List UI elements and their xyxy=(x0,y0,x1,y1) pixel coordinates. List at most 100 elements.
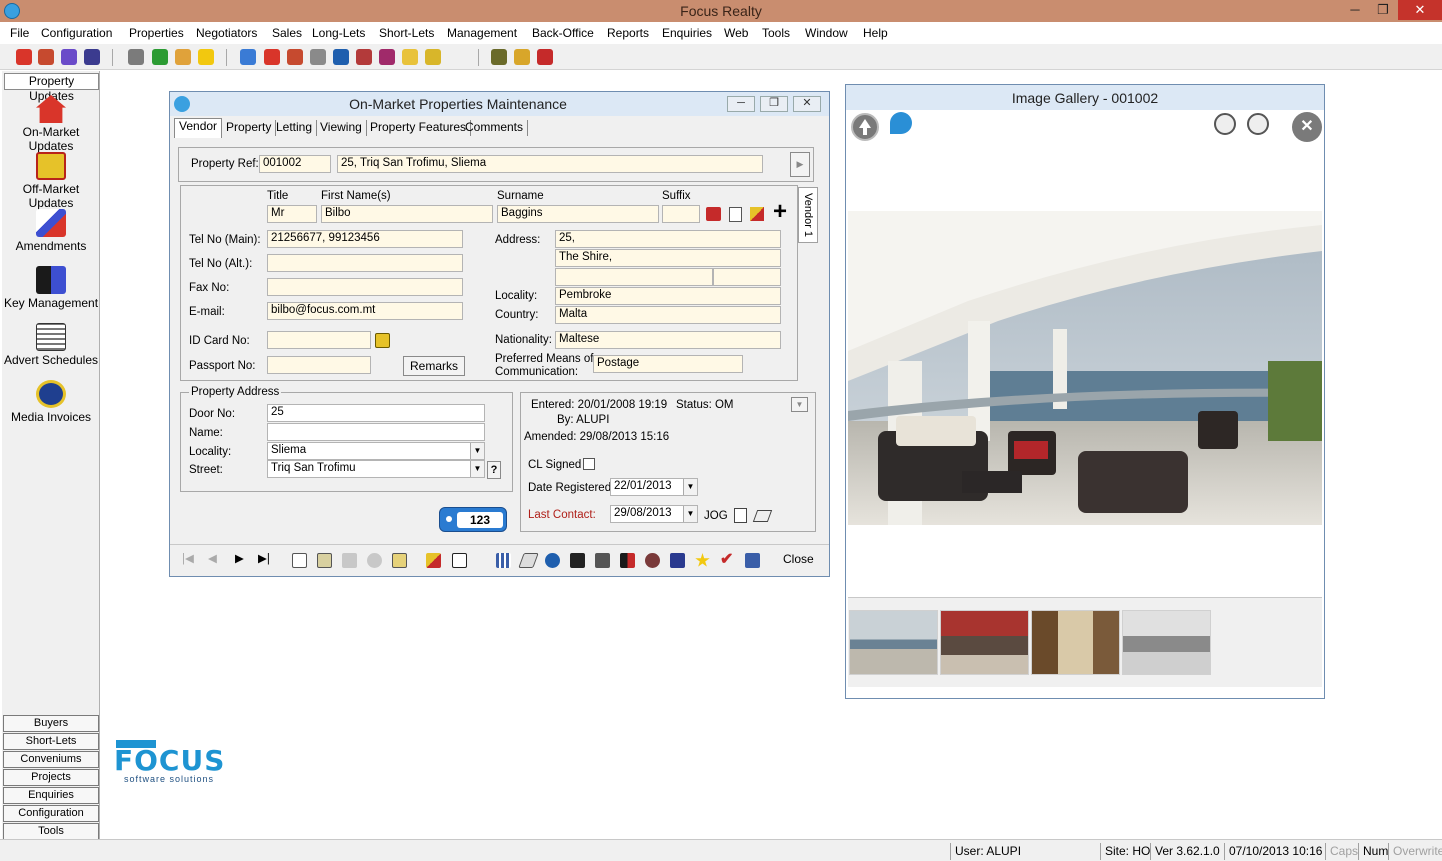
pref-comm-field[interactable]: Postage xyxy=(593,355,743,373)
add-vendor-icon[interactable]: + xyxy=(773,200,787,224)
menu-file[interactable]: File xyxy=(10,26,29,40)
menu-window[interactable]: Window xyxy=(805,26,848,40)
first-name-field[interactable]: Bilbo xyxy=(321,205,493,223)
last-record-button[interactable]: ▶| xyxy=(258,551,270,565)
negotiator-icon[interactable] xyxy=(128,49,144,65)
sidebar-button-enquiries[interactable]: Enquiries xyxy=(3,787,99,804)
close-gallery-icon[interactable]: ✕ xyxy=(1292,112,1322,142)
menu-long-lets[interactable]: Long-Lets xyxy=(312,26,365,40)
checkmark-icon[interactable]: ✔ xyxy=(720,552,735,568)
info-dropdown-button[interactable]: ▼ xyxy=(791,397,808,412)
suffix-field[interactable] xyxy=(662,205,700,223)
globe-icon[interactable] xyxy=(333,49,349,65)
pushpin-icon[interactable] xyxy=(890,112,912,134)
menu-configuration[interactable]: Configuration xyxy=(41,26,112,40)
menu-help[interactable]: Help xyxy=(863,26,888,40)
home-icon[interactable] xyxy=(16,49,32,65)
close-app-button[interactable]: ✕ xyxy=(1398,0,1442,20)
print-icon[interactable] xyxy=(452,553,467,568)
book-icon[interactable] xyxy=(379,49,395,65)
tab-letting[interactable]: Letting xyxy=(272,120,318,136)
building-icon[interactable] xyxy=(745,553,760,568)
vendor-locality-field[interactable]: Pembroke xyxy=(555,287,781,305)
property-address-field[interactable]: 25, Triq San Trofimu, Sliema xyxy=(337,155,763,173)
property-ref-go-button[interactable]: ▶ xyxy=(790,152,810,177)
close-button[interactable]: Close xyxy=(783,552,814,566)
menu-properties[interactable]: Properties xyxy=(129,26,184,40)
id-card-field[interactable] xyxy=(267,331,371,349)
thumbnail-1[interactable] xyxy=(849,610,938,675)
video-icon[interactable] xyxy=(595,553,610,568)
camera-icon[interactable] xyxy=(570,553,585,568)
chevron-down-icon[interactable]: ▼ xyxy=(683,506,697,522)
notes-icon[interactable] xyxy=(518,553,539,568)
next-record-button[interactable]: ▶ xyxy=(235,551,244,565)
sidebar-item-media-invoices[interactable]: Media Invoices xyxy=(2,380,100,424)
maint-minimize-button[interactable]: ─ xyxy=(727,96,755,112)
sidebar-button-conveniums[interactable]: Conveniums xyxy=(3,751,99,768)
green-arrow-icon[interactable] xyxy=(152,49,168,65)
map-icon[interactable] xyxy=(620,553,635,568)
sidebar-item-amendments[interactable]: Amendments xyxy=(2,209,100,253)
zoom-in-icon[interactable] xyxy=(1214,113,1236,135)
locality-select[interactable]: Sliema ▼ xyxy=(267,442,485,460)
last-contact-field[interactable]: 29/08/2013 ▼ xyxy=(610,505,698,523)
menu-negotiators[interactable]: Negotiators xyxy=(196,26,257,40)
address-line2-field[interactable]: The Shire, xyxy=(555,249,781,267)
amend-icon[interactable] xyxy=(61,49,77,65)
tab-vendor-1[interactable]: Vendor 1 xyxy=(798,187,818,243)
restore-button[interactable]: ❐ xyxy=(1368,0,1398,20)
duplicate-icon[interactable] xyxy=(342,553,357,568)
menu-enquiries[interactable]: Enquiries xyxy=(662,26,712,40)
menu-web[interactable]: Web xyxy=(724,26,748,40)
counter-badge[interactable]: 123 xyxy=(439,507,507,532)
fax-field[interactable] xyxy=(267,278,463,296)
street-help-button[interactable]: ? xyxy=(487,461,501,479)
notebook-icon[interactable] xyxy=(752,510,773,522)
history-icon[interactable] xyxy=(367,553,382,568)
key-icon[interactable] xyxy=(425,49,441,65)
minimize-button[interactable]: ─ xyxy=(1340,0,1370,20)
nationality-field[interactable]: Maltese xyxy=(555,331,781,349)
first-record-button[interactable]: |◀ xyxy=(182,551,194,565)
menu-sales[interactable]: Sales xyxy=(272,26,302,40)
menu-management[interactable]: Management xyxy=(447,26,517,40)
sidebar-item-key-management[interactable]: Key Management xyxy=(2,266,100,310)
money-icon[interactable] xyxy=(491,49,507,65)
chevron-down-icon[interactable]: ▼ xyxy=(470,461,484,477)
id-scan-icon[interactable] xyxy=(375,333,390,348)
menu-short-lets[interactable]: Short-Lets xyxy=(379,26,434,40)
printer-icon[interactable] xyxy=(706,207,721,221)
thumbnail-4[interactable] xyxy=(1122,610,1211,675)
tel-main-field[interactable]: 21256677, 99123456 xyxy=(267,230,463,248)
name-field[interactable] xyxy=(267,423,485,441)
menu-tools[interactable]: Tools xyxy=(762,26,790,40)
globe-icon[interactable] xyxy=(545,553,560,568)
property-ref-field[interactable]: 001002 xyxy=(259,155,331,173)
door-no-field[interactable]: 25 xyxy=(267,404,485,422)
prev-record-button[interactable]: ◀ xyxy=(208,551,217,565)
calendar-icon[interactable] xyxy=(496,553,511,568)
sidebar-item-advert-schedules[interactable]: Advert Schedules xyxy=(2,323,100,367)
remarks-button[interactable]: Remarks xyxy=(403,356,465,376)
tab-comments[interactable]: Comments xyxy=(461,120,529,136)
chevron-down-icon[interactable]: ▼ xyxy=(683,479,697,495)
thumbnail-3[interactable] xyxy=(1031,610,1120,675)
address-line3-field[interactable] xyxy=(555,268,713,286)
upload-icon[interactable] xyxy=(851,113,879,141)
chevron-down-icon[interactable]: ▼ xyxy=(470,443,484,459)
sidebar-header[interactable]: Property Updates xyxy=(4,73,99,103)
tab-viewing[interactable]: Viewing xyxy=(316,120,367,136)
report-icon[interactable] xyxy=(392,553,407,568)
tel-alt-field[interactable] xyxy=(267,254,463,272)
sidebar-item-on-market-updates[interactable]: On-Market Updates xyxy=(2,95,100,153)
exit-icon[interactable] xyxy=(537,49,553,65)
star-icon[interactable] xyxy=(695,553,710,567)
sidebar-item-off-market-updates[interactable]: Off-Market Updates xyxy=(2,152,100,210)
sidebar-button-tools[interactable]: Tools xyxy=(3,823,99,840)
surname-field[interactable]: Baggins xyxy=(497,205,659,223)
key-ring-icon[interactable] xyxy=(514,49,530,65)
people-icon[interactable] xyxy=(670,553,685,568)
sidebar-button-projects[interactable]: Projects xyxy=(3,769,99,786)
tab-property-features[interactable]: Property Features xyxy=(366,120,472,136)
